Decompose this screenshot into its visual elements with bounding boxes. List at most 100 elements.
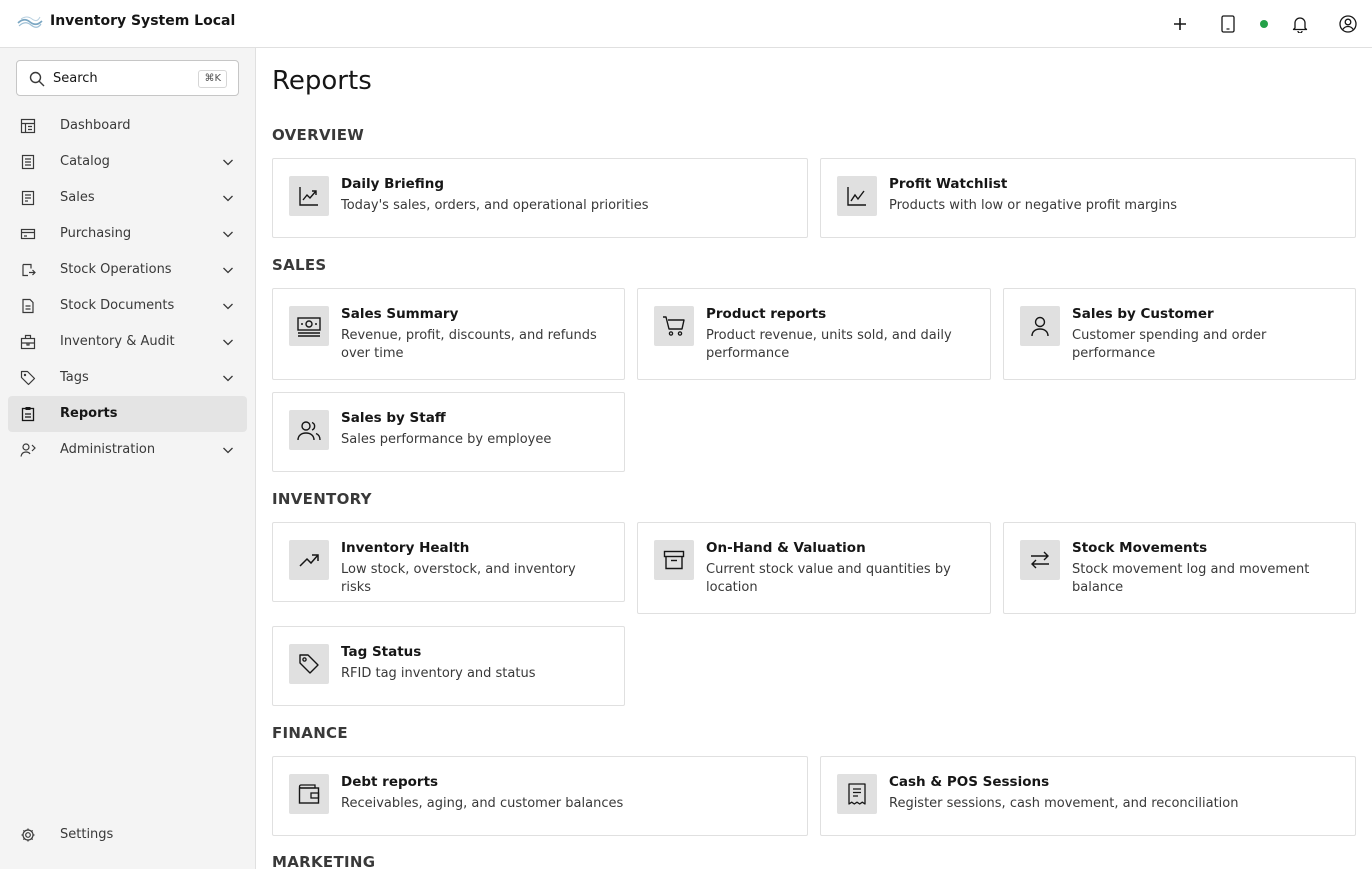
reports-icon [21,407,35,422]
report-card-title: Daily Briefing [341,176,445,192]
report-card-title: Profit Watchlist [889,176,1008,192]
sidebar-item-label: Purchasing [60,226,132,241]
user-menu-button[interactable] [1336,12,1360,36]
sidebar-item-tags[interactable]: Tags [8,360,247,396]
sidebar-item-stock-documents[interactable]: Stock Documents [8,288,247,324]
section-title-finance: FINANCE [272,724,348,742]
inventory-audit-icon [20,334,36,350]
report-card-title: Sales by Staff [341,410,446,426]
report-card-description: Today's sales, orders, and operational p… [341,198,649,213]
report-card-sales-summary[interactable]: Sales Summary Revenue, profit, discounts… [272,288,625,380]
notifications-button[interactable] [1288,12,1312,36]
report-card-description: Customer spending and order performance [1072,328,1267,361]
chart-trend-icon [289,176,329,216]
sidebar-item-stock-operations[interactable]: Stock Operations [8,252,247,288]
sidebar-item-catalog[interactable]: Catalog [8,144,247,180]
sidebar-item-label: Stock Operations [60,262,172,277]
catalog-icon [21,154,35,170]
stock-documents-icon [22,298,34,314]
arrows-swap-icon [1020,540,1060,580]
report-card-tag-status[interactable]: Tag Status RFID tag inventory and status [272,626,625,706]
report-card-product-reports[interactable]: Product reports Product revenue, units s… [637,288,991,380]
person-icon [1020,306,1060,346]
chevron-down-icon [223,231,233,238]
chevron-down-icon [223,195,233,202]
report-card-cash-pos-sessions[interactable]: Cash & POS Sessions Register sessions, c… [820,756,1356,836]
sidebar-item-label: Dashboard [60,118,131,133]
report-card-description: Products with low or negative profit mar… [889,198,1178,213]
report-card-title: Sales Summary [341,306,459,322]
device-button[interactable] [1216,12,1240,36]
cart-icon [654,306,694,346]
app-title[interactable]: Inventory System Local [50,12,235,30]
report-card-description: Sales performance by employee [341,432,552,447]
search-placeholder: Search [53,71,98,86]
arrow-up-right-icon [289,540,329,580]
search-input[interactable]: Search ⌘K [16,60,239,96]
report-card-inventory-health[interactable]: Inventory Health Low stock, overstock, a… [272,522,625,602]
sidebar-item-label: Stock Documents [60,298,175,313]
report-card-description: RFID tag inventory and status [341,666,536,681]
tag-icon [20,370,36,386]
plus-icon [1174,18,1186,30]
tag-icon [289,644,329,684]
report-card-title: Inventory Health [341,540,470,556]
sidebar-item-label: Reports [60,406,118,421]
sidebar-item-label: Administration [60,442,156,457]
chevron-down-icon [223,339,233,346]
section-title-sales: SALES [272,256,327,274]
money-icon [289,306,329,346]
page-title: Reports [272,66,372,96]
chevron-down-icon [223,303,233,310]
report-card-description: Low stock, overstock, and inventory risk… [341,562,576,595]
administration-icon [20,443,36,457]
sidebar-item-settings[interactable]: Settings [8,817,247,853]
chevron-down-icon [223,159,233,166]
sidebar-item-label: Inventory & Audit [60,334,175,349]
add-button[interactable] [1168,12,1192,36]
section-title-inventory: INVENTORY [272,490,372,508]
report-card-title: Debt reports [341,774,439,790]
report-card-sales-by-customer[interactable]: Sales by Customer Customer spending and … [1003,288,1356,380]
search-shortcut: ⌘K [198,70,227,88]
gear-icon [21,828,35,842]
report-card-title: On-Hand & Valuation [706,540,866,556]
archive-icon [654,540,694,580]
sales-icon [21,190,35,206]
sidebar-item-administration[interactable]: Administration [8,432,247,468]
top-bar: Inventory System Local [0,0,1372,48]
user-icon [1339,15,1357,33]
report-card-sales-by-staff[interactable]: Sales by Staff Sales performance by empl… [272,392,625,472]
report-card-title: Cash & POS Sessions [889,774,1050,790]
chevron-down-icon [223,267,233,274]
report-card-description: Revenue, profit, discounts, and refunds … [341,328,597,361]
report-card-title: Product reports [706,306,827,322]
purchasing-icon [20,228,36,240]
stock-operations-icon [22,263,36,277]
main-content: Reports OVERVIEW Daily Briefing Today's … [256,48,1372,869]
report-card-daily-briefing[interactable]: Daily Briefing Today's sales, orders, an… [272,158,808,238]
sidebar-item-label: Catalog [60,154,110,169]
sidebar-item-sales[interactable]: Sales [8,180,247,216]
report-card-profit-watchlist[interactable]: Profit Watchlist Products with low or ne… [820,158,1356,238]
sidebar: Search ⌘K Dashboard Catalog Sales Purcha… [0,48,256,869]
report-card-title: Sales by Customer [1072,306,1214,322]
tablet-icon [1221,15,1235,33]
report-card-stock-movements[interactable]: Stock Movements Stock movement log and m… [1003,522,1356,614]
sidebar-item-dashboard[interactable]: Dashboard [8,108,247,144]
report-card-on-hand-valuation[interactable]: On-Hand & Valuation Current stock value … [637,522,991,614]
report-card-description: Receivables, aging, and customer balance… [341,796,624,811]
sidebar-item-inventory-audit[interactable]: Inventory & Audit [8,324,247,360]
sidebar-item-purchasing[interactable]: Purchasing [8,216,247,252]
bell-icon [1292,17,1308,33]
line-chart-icon [837,176,877,216]
search-icon [29,71,45,87]
sidebar-item-label: Tags [60,370,89,385]
report-card-debt-reports[interactable]: Debt reports Receivables, aging, and cus… [272,756,808,836]
section-title-overview: OVERVIEW [272,126,365,144]
report-card-description: Stock movement log and movement balance [1072,562,1310,595]
app-logo[interactable] [17,12,43,32]
report-card-description: Product revenue, units sold, and daily p… [706,328,952,361]
dashboard-icon [20,118,36,134]
sidebar-item-reports[interactable]: Reports [8,396,247,432]
